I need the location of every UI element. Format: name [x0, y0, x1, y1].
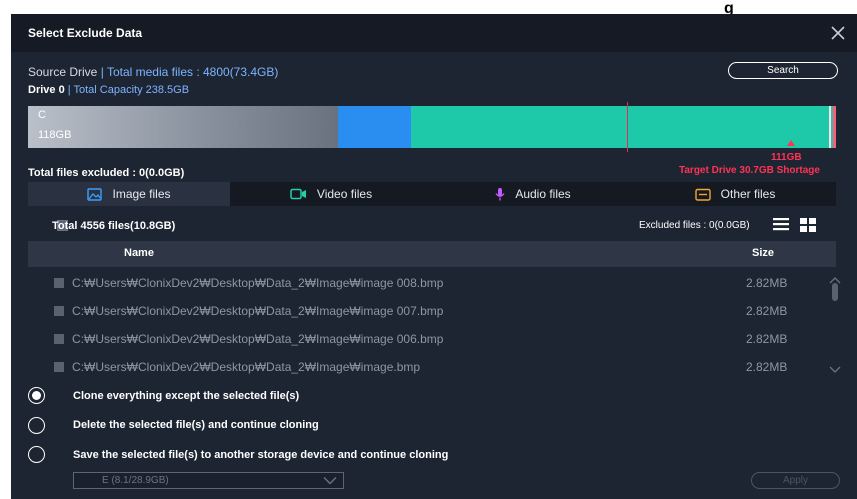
table-row[interactable]: C:₩Users₩ClonixDev2₩Desktop₩Data_2₩Image…: [28, 298, 836, 324]
chevron-down-icon: [323, 476, 337, 488]
list-view-icon[interactable]: [773, 217, 789, 236]
drive-info: Drive 0 | Total Capacity 238.5GB: [28, 84, 189, 96]
storage-device-value: E (8.1/28.9GB): [102, 475, 169, 486]
target-drive-shortage: Target Drive 30.7GB Shortage: [679, 165, 820, 176]
shortage-marker-icon: [787, 140, 795, 146]
file-list: C:₩Users₩ClonixDev2₩Desktop₩Data_2₩Image…: [28, 270, 836, 375]
folder-icon: [694, 188, 711, 201]
radio-delete-continue[interactable]: [28, 416, 45, 434]
file-size: 2.82MB: [746, 360, 788, 374]
radio-save-continue[interactable]: [28, 445, 45, 463]
option-label: Clone everything except the selected fil…: [73, 390, 300, 402]
option-label: Delete the selected file(s) and continue…: [73, 419, 319, 431]
total-media-files: Total media files : 4800(73.4GB): [106, 65, 279, 79]
drive-usage-bar: C 118GB: [28, 106, 836, 148]
tab-audio-files[interactable]: Audio files: [432, 182, 634, 206]
tab-label: Video files: [316, 187, 373, 201]
used-segment: [338, 106, 411, 148]
table-row[interactable]: C:₩Users₩ClonixDev2₩Desktop₩Data_2₩Image…: [28, 326, 836, 352]
title-bar: Select Exclude Data: [11, 14, 857, 52]
shortage-segment-light: [829, 106, 831, 148]
grid-view-icon[interactable]: [800, 218, 816, 237]
file-size: 2.82MB: [746, 332, 788, 346]
marker-size: 111GB: [771, 152, 802, 163]
row-checkbox[interactable]: [54, 362, 64, 372]
apply-button[interactable]: Apply: [751, 472, 840, 489]
row-checkbox[interactable]: [54, 278, 64, 288]
tab-video-files[interactable]: Video files: [230, 182, 432, 206]
file-size: 2.82MB: [746, 304, 788, 318]
scrollbar-thumb[interactable]: [832, 283, 838, 301]
source-drive-label: Source Drive: [28, 65, 98, 79]
storage-device-select[interactable]: E (8.1/28.9GB): [73, 472, 344, 489]
dialog-title: Select Exclude Data: [28, 26, 143, 40]
option-clone-except[interactable]: [28, 386, 45, 404]
column-header-name[interactable]: Name: [124, 247, 154, 259]
partition-label: C: [38, 109, 46, 121]
file-size: 2.82MB: [746, 276, 788, 290]
column-header-size[interactable]: Size: [752, 247, 774, 259]
close-icon[interactable]: [825, 20, 851, 46]
file-name: C:₩Users₩ClonixDev2₩Desktop₩Data_2₩Image…: [72, 332, 444, 346]
table-row[interactable]: C:₩Users₩ClonixDev2₩Desktop₩Data_2₩Image…: [28, 354, 836, 375]
separator: |: [100, 65, 104, 79]
image-icon: [87, 187, 103, 201]
video-icon: [290, 188, 307, 200]
microphone-icon: [495, 187, 505, 201]
tab-label: Other files: [720, 187, 776, 201]
tab-label: Image files: [112, 187, 171, 201]
search-button[interactable]: Search: [728, 62, 838, 79]
drive-label: Drive 0: [28, 84, 65, 96]
tab-other-files[interactable]: Other files: [634, 182, 836, 206]
file-name: C:₩Users₩ClonixDev2₩Desktop₩Data_2₩Image…: [72, 276, 444, 290]
select-exclude-data-dialog: Select Exclude Data Source Drive | Total…: [11, 14, 857, 499]
partition-c-segment[interactable]: [28, 106, 338, 148]
total-files-label: Total 4556 files(10.8GB): [52, 220, 176, 232]
option-save-continue[interactable]: [28, 445, 45, 463]
radio-selected-dot: [32, 390, 41, 400]
partition-size: 118GB: [38, 129, 72, 141]
separator: |: [67, 84, 71, 96]
total-files-excluded: Total files excluded : 0(0.0GB): [28, 167, 185, 179]
excluded-files-count: Excluded files : 0(0.0GB): [639, 220, 750, 231]
file-type-tabs: Image files Video files Audio files Othe…: [28, 182, 836, 206]
row-checkbox[interactable]: [54, 334, 64, 344]
file-name: C:₩Users₩ClonixDev2₩Desktop₩Data_2₩Image…: [72, 360, 421, 374]
table-row[interactable]: C:₩Users₩ClonixDev2₩Desktop₩Data_2₩Image…: [28, 270, 836, 296]
file-name: C:₩Users₩ClonixDev2₩Desktop₩Data_2₩Image…: [72, 304, 444, 318]
target-capacity-marker: [627, 102, 628, 152]
total-capacity: Total Capacity 238.5GB: [73, 84, 190, 96]
shortage-segment: [833, 106, 836, 148]
option-delete-continue[interactable]: [28, 416, 45, 434]
tab-label: Audio files: [515, 187, 571, 201]
source-drive-info: Source Drive | Total media files : 4800(…: [28, 65, 278, 79]
scroll-down-icon[interactable]: [829, 361, 841, 379]
row-checkbox[interactable]: [54, 306, 64, 316]
radio-clone-except[interactable]: [28, 386, 45, 404]
option-label: Save the selected file(s) to another sto…: [73, 449, 449, 461]
tab-image-files[interactable]: Image files: [28, 182, 230, 206]
